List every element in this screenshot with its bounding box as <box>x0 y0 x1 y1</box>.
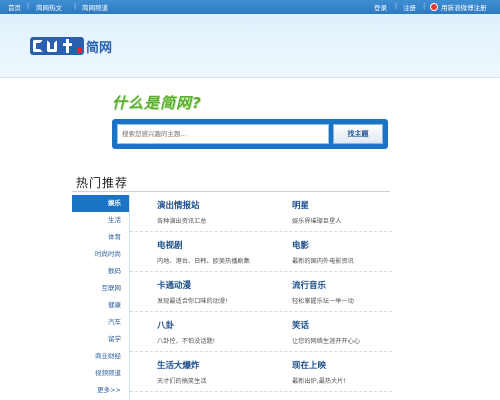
topic-item: 电视剧 内地、港台、日韩、欧美热播剧集 <box>130 232 265 271</box>
hot-articles-link[interactable]: 简网热文 <box>36 2 62 12</box>
header: 简网 <box>0 14 500 78</box>
topic-title-link[interactable]: 流行音乐 <box>292 279 392 291</box>
topic-item: 现在上映 最新出炉,最热大片! <box>265 352 392 391</box>
topic-description: 最新的国内外电影资讯 <box>292 258 354 265</box>
home-link[interactable]: 首页 <box>8 2 21 12</box>
site-logo[interactable]: 简网 <box>30 36 112 56</box>
topic-description: 轻松掌握乐坛一举一动 <box>292 298 354 305</box>
topic-item: 流行音乐 轻松掌握乐坛一举一动 <box>265 272 392 311</box>
category-tab[interactable]: 娱乐 <box>72 195 129 212</box>
channels-link[interactable]: 简网频道 <box>82 2 108 12</box>
topic-row: 卡通动漫 发现最适合你口味的动漫! 流行音乐 轻松掌握乐坛一举一动 <box>130 272 392 312</box>
topic-title-link[interactable]: 八卦 <box>157 319 265 331</box>
divider: | <box>27 2 30 10</box>
category-tab[interactable]: 体育 <box>72 229 129 246</box>
topic-item: 明星 娱乐界璀璨巨星人 <box>265 192 392 231</box>
category-tab[interactable]: 生活 <box>72 212 129 229</box>
top-bar: 首页 | 简网热文 | 简网频道 登录 | 注册 | 用新浪微博注册 <box>0 0 500 14</box>
topic-title-link[interactable]: 生活大爆炸 <box>157 359 265 371</box>
topic-title-link[interactable]: 演出情报站 <box>157 199 265 211</box>
topic-item: 演出情报站 各种演出资讯汇总 <box>130 192 265 231</box>
topic-description: 让您的网络生涯开开心心 <box>292 338 361 345</box>
search-box: 找主题 <box>112 119 388 149</box>
weibo-icon[interactable] <box>430 3 438 11</box>
topic-description: 娱乐界璀璨巨星人 <box>292 218 342 225</box>
topic-title-link[interactable]: 电视剧 <box>157 239 265 251</box>
section-title: 热门推荐 <box>76 176 129 190</box>
topic-grid: 演出情报站 各种演出资讯汇总 明星 娱乐界璀璨巨星人 电视剧 内地、港台、日韩、… <box>130 192 392 392</box>
category-tab[interactable]: 时尚时尚 <box>72 246 129 263</box>
register-link[interactable]: 注册 <box>403 2 416 12</box>
topic-description: 最新出炉,最热大片! <box>292 378 346 385</box>
category-tab[interactable]: 健康 <box>72 297 129 314</box>
topic-title-link[interactable]: 现在上映 <box>292 359 392 371</box>
divider: | <box>74 2 77 10</box>
topic-description: 各种演出资讯汇总 <box>157 218 207 225</box>
divider: | <box>395 2 398 10</box>
search-input[interactable] <box>117 124 329 144</box>
category-tab[interactable]: 商业财经 <box>72 348 129 365</box>
topic-description: 内地、港台、日韩、欧美热播剧集 <box>157 258 250 265</box>
search-button[interactable]: 找主题 <box>333 124 383 144</box>
topic-item: 卡通动漫 发现最适合你口味的动漫! <box>130 272 265 311</box>
topic-item: 生活大爆炸 天才们的搞笑生活 <box>130 352 265 391</box>
category-tab[interactable]: 互联网 <box>72 280 129 297</box>
topic-item: 笑话 让您的网络生涯开开心心 <box>265 312 392 351</box>
topic-title-link[interactable]: 卡通动漫 <box>157 279 265 291</box>
topic-item: 八卦 八卦控，不怕没话题! <box>130 312 265 351</box>
logo-mark <box>30 37 84 55</box>
divider: | <box>423 2 426 10</box>
category-tab[interactable]: 汽车 <box>72 314 129 331</box>
topic-description: 天才们的搞笑生活 <box>157 378 207 385</box>
topic-title-link[interactable]: 明星 <box>292 199 392 211</box>
category-tab[interactable]: 视频频道 <box>72 365 129 382</box>
topic-description: 发现最适合你口味的动漫! <box>157 298 228 305</box>
topic-row: 八卦 八卦控，不怕没话题! 笑话 让您的网络生涯开开心心 <box>130 312 392 352</box>
topic-title-link[interactable]: 电影 <box>292 239 392 251</box>
topic-description: 八卦控，不怕没话题! <box>157 338 216 345</box>
topic-row: 电视剧 内地、港台、日韩、欧美热播剧集 电影 最新的国内外电影资讯 <box>130 232 392 272</box>
more-categories-link[interactable]: 更多>> <box>72 382 129 399</box>
weibo-register-link[interactable]: 用新浪微博注册 <box>441 2 487 12</box>
topic-title-link[interactable]: 笑话 <box>292 319 392 331</box>
logo-text: 简网 <box>86 40 113 56</box>
topic-row: 生活大爆炸 天才们的搞笑生活 现在上映 最新出炉,最热大片! <box>130 352 392 392</box>
what-is-link[interactable]: 什么是简网? <box>112 92 202 113</box>
topic-row: 演出情报站 各种演出资讯汇总 明星 娱乐界璀璨巨星人 <box>130 192 392 232</box>
category-tab[interactable]: 数码 <box>72 263 129 280</box>
topic-item: 电影 最新的国内外电影资讯 <box>265 232 392 271</box>
category-tab[interactable]: 留学 <box>72 331 129 348</box>
category-list: 娱乐 生活 体育 时尚时尚 数码 互联网 健康 汽车 留学 商业财经 视频频道 … <box>72 195 130 400</box>
login-link[interactable]: 登录 <box>374 2 387 12</box>
